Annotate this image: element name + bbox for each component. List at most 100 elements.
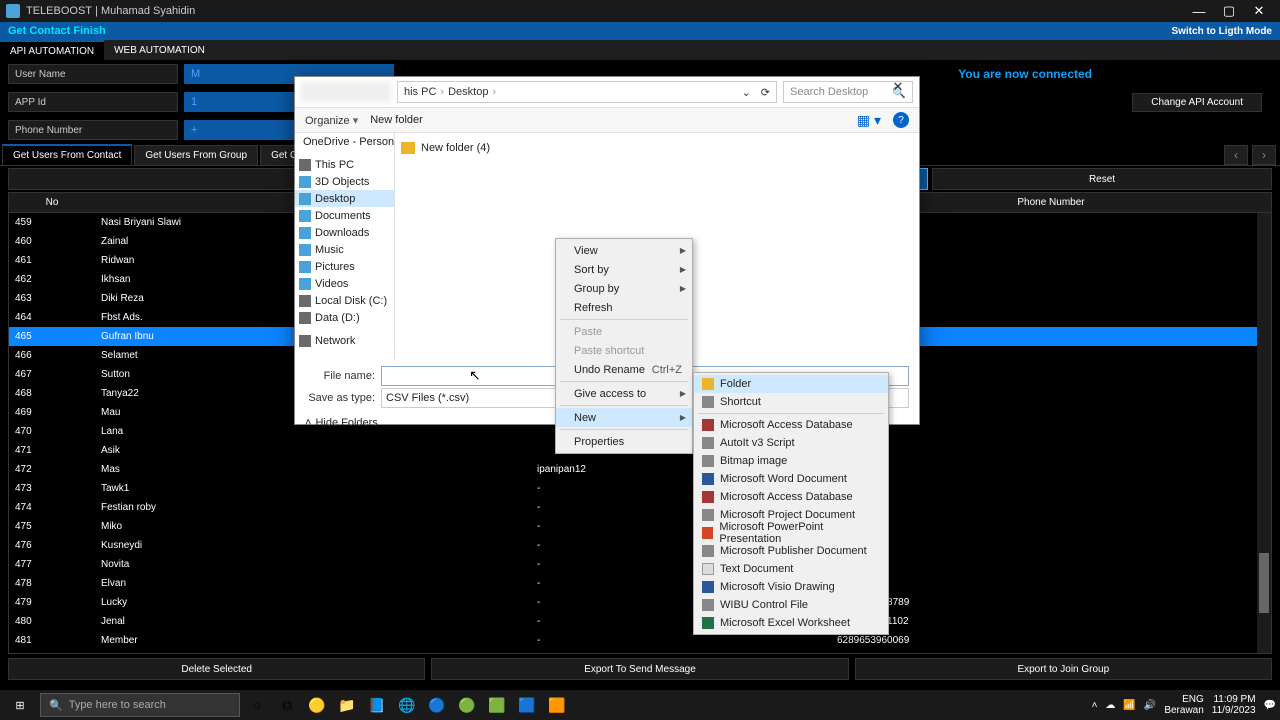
app-icon-4[interactable]: 🟢 (454, 692, 480, 718)
tree-downloads[interactable]: Downloads (315, 227, 369, 239)
app-icon-1[interactable]: 🟡 (304, 692, 330, 718)
app-icon-7[interactable]: 🟧 (544, 692, 570, 718)
menu-properties[interactable]: Properties (556, 432, 692, 451)
menu-group[interactable]: Group by▶ (556, 279, 692, 298)
tree-pictures[interactable]: Pictures (315, 261, 355, 273)
cell-name: Lucky (95, 597, 531, 608)
folder-icon (299, 244, 311, 256)
tab-contact[interactable]: Get Users From Contact (2, 144, 132, 165)
tree-desktop[interactable]: Desktop (315, 193, 355, 205)
help-icon[interactable]: ? (893, 112, 909, 128)
table-row[interactable]: 475Miko- (9, 517, 1271, 536)
new-access[interactable]: Microsoft Access Database (694, 416, 888, 434)
table-row[interactable]: 472Masipanipan12 (9, 460, 1271, 479)
organize-menu[interactable]: Organize (305, 114, 358, 127)
crumb-desktop[interactable]: Desktop (448, 86, 488, 98)
nav-web[interactable]: WEB AUTOMATION (104, 40, 215, 60)
app-icon-5[interactable]: 🟩 (484, 692, 510, 718)
app-icon-2[interactable]: 📘 (364, 692, 390, 718)
folder-item[interactable]: New folder (4) (401, 139, 913, 157)
menu-give-access[interactable]: Give access to▶ (556, 384, 692, 403)
new-autoit[interactable]: AutoIt v3 Script (694, 434, 888, 452)
tray-lang[interactable]: ENG (1164, 694, 1203, 705)
table-row[interactable]: 473Tawk1- (9, 479, 1271, 498)
dialog-close-button[interactable]: ✕ (881, 79, 915, 101)
tray-time[interactable]: 11:09 PM (1212, 694, 1256, 705)
table-row[interactable]: 480Jenal-6285786091102 (9, 612, 1271, 631)
excel-icon (702, 617, 714, 629)
table-row[interactable]: 479Lucky-6285145638789 (9, 593, 1271, 612)
tray-volume-icon[interactable]: 🔊 (1144, 700, 1156, 711)
menu-undo[interactable]: Undo RenameCtrl+Z (556, 360, 692, 379)
export-join-button[interactable]: Export to Join Group (855, 658, 1272, 680)
new-text[interactable]: Text Document (694, 560, 888, 578)
tray-wifi-icon[interactable]: 📶 (1123, 700, 1135, 711)
pc-icon (299, 159, 311, 171)
maximize-button[interactable]: ▢ (1214, 3, 1244, 19)
table-row[interactable]: 474Festian roby- (9, 498, 1271, 517)
table-row[interactable]: 477Novita- (9, 555, 1271, 574)
tray-kbd[interactable]: Berawan (1164, 705, 1203, 716)
nav-api[interactable]: API AUTOMATION (0, 40, 104, 60)
tree-documents[interactable]: Documents (315, 210, 371, 222)
tab-group[interactable]: Get Users From Group (134, 145, 258, 165)
menu-refresh[interactable]: Refresh (556, 298, 692, 317)
tree-thispc[interactable]: This PC (315, 159, 354, 171)
taskview-icon[interactable]: ⧉ (274, 692, 300, 718)
new-folder-button[interactable]: New folder (370, 114, 423, 126)
scrollbar-thumb[interactable] (1259, 553, 1269, 613)
new-excel[interactable]: Microsoft Excel Worksheet (694, 614, 888, 632)
new-access2[interactable]: Microsoft Access Database (694, 488, 888, 506)
new-folder[interactable]: Folder (694, 375, 888, 393)
menu-sort[interactable]: Sort by▶ (556, 260, 692, 279)
export-send-button[interactable]: Export To Send Message (431, 658, 848, 680)
close-button[interactable]: ✕ (1244, 3, 1274, 19)
table-row[interactable]: 476Kusneydi- (9, 536, 1271, 555)
crumb-dropdown-icon[interactable]: ⌄ (742, 86, 751, 99)
chrome-icon[interactable]: 🌐 (394, 692, 420, 718)
change-api-button[interactable]: Change API Account (1132, 93, 1262, 112)
nav-prev[interactable]: ‹ (1224, 145, 1248, 165)
nav-next[interactable]: › (1252, 145, 1276, 165)
start-menu-button[interactable]: ⊞ (4, 692, 36, 718)
taskbar-search[interactable]: 🔍 Type here to search (40, 693, 240, 717)
app-icon-6[interactable]: 🟦 (514, 692, 540, 718)
new-bitmap[interactable]: Bitmap image (694, 452, 888, 470)
tree-network[interactable]: Network (315, 335, 355, 347)
tree-music[interactable]: Music (315, 244, 344, 256)
new-publisher[interactable]: Microsoft Publisher Document (694, 542, 888, 560)
connection-status: You are now connected (958, 67, 1092, 81)
new-shortcut[interactable]: Shortcut (694, 393, 888, 411)
tree-3d[interactable]: 3D Objects (315, 176, 369, 188)
explorer-icon[interactable]: 📁 (334, 692, 360, 718)
tree-localc[interactable]: Local Disk (C:) (315, 295, 387, 307)
theme-switch[interactable]: Switch to Ligth Mode (1171, 26, 1272, 37)
new-wibu[interactable]: WIBU Control File (694, 596, 888, 614)
menu-view[interactable]: View▶ (556, 241, 692, 260)
tray-date[interactable]: 11/9/2023 (1212, 705, 1256, 716)
refresh-icon[interactable]: ⟳ (761, 86, 770, 99)
folder-tree[interactable]: OneDrive - Person This PC 3D Objects Des… (295, 133, 395, 361)
tree-datad[interactable]: Data (D:) (315, 312, 360, 324)
menu-new[interactable]: New▶ (556, 408, 692, 427)
new-word[interactable]: Microsoft Word Document (694, 470, 888, 488)
table-scrollbar[interactable] (1257, 213, 1271, 653)
tray-onedrive-icon[interactable]: ☁ (1105, 700, 1115, 711)
view-options-icon[interactable]: ▦ ▾ (857, 112, 881, 129)
new-powerpoint[interactable]: Microsoft PowerPoint Presentation (694, 524, 888, 542)
minimize-button[interactable]: — (1184, 4, 1214, 19)
table-row[interactable]: 478Elvan- (9, 574, 1271, 593)
new-visio[interactable]: Microsoft Visio Drawing (694, 578, 888, 596)
crumb-pc[interactable]: his PC (404, 86, 436, 98)
delete-selected-button[interactable]: Delete Selected (8, 658, 425, 680)
tree-videos[interactable]: Videos (315, 278, 348, 290)
app-icon-3[interactable]: 🔵 (424, 692, 450, 718)
table-row[interactable]: 481Member-6289653960069 (9, 631, 1271, 650)
reset-button[interactable]: Reset (932, 168, 1272, 190)
image-icon (702, 455, 714, 467)
notifications-icon[interactable]: 💬 (1264, 700, 1276, 711)
tree-onedrive[interactable]: OneDrive - Person (303, 136, 394, 148)
breadcrumb[interactable]: his PC › Desktop › ⌄ ⟳ (397, 81, 777, 103)
cortana-icon[interactable]: ○ (244, 692, 270, 718)
tray-chevron-icon[interactable]: ˄ (1092, 700, 1098, 711)
